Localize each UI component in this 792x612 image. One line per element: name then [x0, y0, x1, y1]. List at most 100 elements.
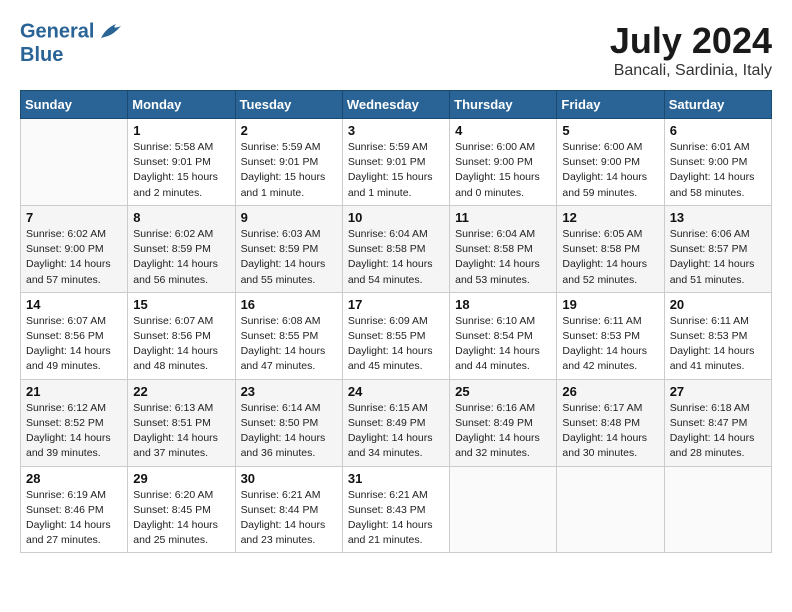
calendar-cell: 14 Sunrise: 6:07 AM Sunset: 8:56 PM Dayli…	[21, 292, 128, 379]
day-info: Sunrise: 6:18 AM Sunset: 8:47 PM Dayligh…	[670, 401, 766, 462]
day-number: 19	[562, 297, 658, 312]
day-info: Sunrise: 5:58 AM Sunset: 9:01 PM Dayligh…	[133, 140, 229, 201]
calendar-cell: 18 Sunrise: 6:10 AM Sunset: 8:54 PM Dayli…	[450, 292, 557, 379]
day-info: Sunrise: 6:21 AM Sunset: 8:44 PM Dayligh…	[241, 488, 337, 549]
calendar-cell: 1 Sunrise: 5:58 AM Sunset: 9:01 PM Daylig…	[128, 119, 235, 206]
day-info: Sunrise: 6:20 AM Sunset: 8:45 PM Dayligh…	[133, 488, 229, 549]
day-info: Sunrise: 6:10 AM Sunset: 8:54 PM Dayligh…	[455, 314, 551, 375]
calendar-week-row: 14 Sunrise: 6:07 AM Sunset: 8:56 PM Dayli…	[21, 292, 772, 379]
day-info: Sunrise: 6:02 AM Sunset: 8:59 PM Dayligh…	[133, 227, 229, 288]
day-number: 17	[348, 297, 444, 312]
calendar-cell: 10 Sunrise: 6:04 AM Sunset: 8:58 PM Dayli…	[342, 205, 449, 292]
calendar-cell: 22 Sunrise: 6:13 AM Sunset: 8:51 PM Dayli…	[128, 379, 235, 466]
calendar-cell	[664, 466, 771, 553]
day-info: Sunrise: 5:59 AM Sunset: 9:01 PM Dayligh…	[348, 140, 444, 201]
calendar-cell: 12 Sunrise: 6:05 AM Sunset: 8:58 PM Dayli…	[557, 205, 664, 292]
day-info: Sunrise: 6:13 AM Sunset: 8:51 PM Dayligh…	[133, 401, 229, 462]
calendar-cell: 3 Sunrise: 5:59 AM Sunset: 9:01 PM Daylig…	[342, 119, 449, 206]
day-info: Sunrise: 6:04 AM Sunset: 8:58 PM Dayligh…	[348, 227, 444, 288]
calendar-cell: 5 Sunrise: 6:00 AM Sunset: 9:00 PM Daylig…	[557, 119, 664, 206]
calendar-cell: 2Sunrise: 5:59 AM Sunset: 9:01 PM Daylig…	[235, 119, 342, 206]
calendar-cell: 27Sunrise: 6:18 AM Sunset: 8:47 PM Dayli…	[664, 379, 771, 466]
day-number: 21	[26, 384, 122, 399]
calendar-week-row: 7Sunrise: 6:02 AM Sunset: 9:00 PM Daylig…	[21, 205, 772, 292]
calendar-cell: 28Sunrise: 6:19 AM Sunset: 8:46 PM Dayli…	[21, 466, 128, 553]
day-number: 22	[133, 384, 229, 399]
header-wednesday: Wednesday	[342, 91, 449, 119]
calendar-cell: 8 Sunrise: 6:02 AM Sunset: 8:59 PM Daylig…	[128, 205, 235, 292]
header-sunday: Sunday	[21, 91, 128, 119]
calendar-cell: 23Sunrise: 6:14 AM Sunset: 8:50 PM Dayli…	[235, 379, 342, 466]
day-number: 26	[562, 384, 658, 399]
header-thursday: Thursday	[450, 91, 557, 119]
day-info: Sunrise: 6:06 AM Sunset: 8:57 PM Dayligh…	[670, 227, 766, 288]
day-number: 13	[670, 210, 766, 225]
calendar-cell: 9Sunrise: 6:03 AM Sunset: 8:59 PM Daylig…	[235, 205, 342, 292]
title-block: July 2024 Bancali, Sardinia, Italy	[610, 20, 772, 80]
calendar-cell: 31 Sunrise: 6:21 AM Sunset: 8:43 PM Dayli…	[342, 466, 449, 553]
calendar-week-row: 21 Sunrise: 6:12 AM Sunset: 8:52 PM Dayli…	[21, 379, 772, 466]
day-info: Sunrise: 6:04 AM Sunset: 8:58 PM Dayligh…	[455, 227, 551, 288]
day-number: 16	[241, 297, 337, 312]
day-number: 29	[133, 471, 229, 486]
day-info: Sunrise: 6:15 AM Sunset: 8:49 PM Dayligh…	[348, 401, 444, 462]
day-info: Sunrise: 6:08 AM Sunset: 8:55 PM Dayligh…	[241, 314, 337, 375]
day-number: 12	[562, 210, 658, 225]
day-info: Sunrise: 6:17 AM Sunset: 8:48 PM Dayligh…	[562, 401, 658, 462]
day-info: Sunrise: 6:02 AM Sunset: 9:00 PM Dayligh…	[26, 227, 122, 288]
day-info: Sunrise: 6:09 AM Sunset: 8:55 PM Dayligh…	[348, 314, 444, 375]
day-info: Sunrise: 6:01 AM Sunset: 9:00 PM Dayligh…	[670, 140, 766, 201]
day-number: 18	[455, 297, 551, 312]
day-info: Sunrise: 6:11 AM Sunset: 8:53 PM Dayligh…	[670, 314, 766, 375]
day-number: 15	[133, 297, 229, 312]
day-info: Sunrise: 6:12 AM Sunset: 8:52 PM Dayligh…	[26, 401, 122, 462]
day-info: Sunrise: 6:00 AM Sunset: 9:00 PM Dayligh…	[455, 140, 551, 201]
day-info: Sunrise: 6:05 AM Sunset: 8:58 PM Dayligh…	[562, 227, 658, 288]
day-number: 8	[133, 210, 229, 225]
day-number: 31	[348, 471, 444, 486]
day-number: 25	[455, 384, 551, 399]
calendar-cell: 26 Sunrise: 6:17 AM Sunset: 8:48 PM Dayli…	[557, 379, 664, 466]
header-friday: Friday	[557, 91, 664, 119]
day-number: 11	[455, 210, 551, 225]
calendar-cell: 13 Sunrise: 6:06 AM Sunset: 8:57 PM Dayli…	[664, 205, 771, 292]
calendar-table: SundayMondayTuesdayWednesdayThursdayFrid…	[20, 90, 772, 553]
calendar-cell: 16 Sunrise: 6:08 AM Sunset: 8:55 PM Dayli…	[235, 292, 342, 379]
day-info: Sunrise: 6:14 AM Sunset: 8:50 PM Dayligh…	[241, 401, 337, 462]
page-header: General Blue July 2024 Bancali, Sardinia…	[20, 20, 772, 80]
day-info: Sunrise: 6:16 AM Sunset: 8:49 PM Dayligh…	[455, 401, 551, 462]
day-number: 6	[670, 123, 766, 138]
day-info: Sunrise: 6:19 AM Sunset: 8:46 PM Dayligh…	[26, 488, 122, 549]
calendar-header-row: SundayMondayTuesdayWednesdayThursdayFrid…	[21, 91, 772, 119]
day-number: 1	[133, 123, 229, 138]
logo-general: General	[20, 20, 94, 42]
day-number: 14	[26, 297, 122, 312]
day-number: 4	[455, 123, 551, 138]
header-monday: Monday	[128, 91, 235, 119]
day-number: 10	[348, 210, 444, 225]
calendar-cell: 21 Sunrise: 6:12 AM Sunset: 8:52 PM Dayli…	[21, 379, 128, 466]
day-info: Sunrise: 6:07 AM Sunset: 8:56 PM Dayligh…	[26, 314, 122, 375]
header-saturday: Saturday	[664, 91, 771, 119]
day-number: 3	[348, 123, 444, 138]
day-info: Sunrise: 5:59 AM Sunset: 9:01 PM Dayligh…	[241, 140, 337, 201]
day-info: Sunrise: 6:00 AM Sunset: 9:00 PM Dayligh…	[562, 140, 658, 201]
calendar-cell: 7Sunrise: 6:02 AM Sunset: 9:00 PM Daylig…	[21, 205, 128, 292]
calendar-week-row: 28Sunrise: 6:19 AM Sunset: 8:46 PM Dayli…	[21, 466, 772, 553]
logo-blue: Blue	[20, 44, 126, 66]
calendar-cell: 30Sunrise: 6:21 AM Sunset: 8:44 PM Dayli…	[235, 466, 342, 553]
calendar-cell: 15Sunrise: 6:07 AM Sunset: 8:56 PM Dayli…	[128, 292, 235, 379]
logo: General Blue	[20, 20, 126, 66]
day-number: 5	[562, 123, 658, 138]
calendar-cell: 11 Sunrise: 6:04 AM Sunset: 8:58 PM Dayli…	[450, 205, 557, 292]
calendar-cell: 29 Sunrise: 6:20 AM Sunset: 8:45 PM Dayli…	[128, 466, 235, 553]
day-number: 9	[241, 210, 337, 225]
location-subtitle: Bancali, Sardinia, Italy	[610, 62, 772, 80]
calendar-cell: 20Sunrise: 6:11 AM Sunset: 8:53 PM Dayli…	[664, 292, 771, 379]
day-info: Sunrise: 6:21 AM Sunset: 8:43 PM Dayligh…	[348, 488, 444, 549]
day-info: Sunrise: 6:11 AM Sunset: 8:53 PM Dayligh…	[562, 314, 658, 375]
calendar-cell: 25 Sunrise: 6:16 AM Sunset: 8:49 PM Dayli…	[450, 379, 557, 466]
calendar-cell: 19 Sunrise: 6:11 AM Sunset: 8:53 PM Dayli…	[557, 292, 664, 379]
calendar-cell: 4 Sunrise: 6:00 AM Sunset: 9:00 PM Daylig…	[450, 119, 557, 206]
header-tuesday: Tuesday	[235, 91, 342, 119]
